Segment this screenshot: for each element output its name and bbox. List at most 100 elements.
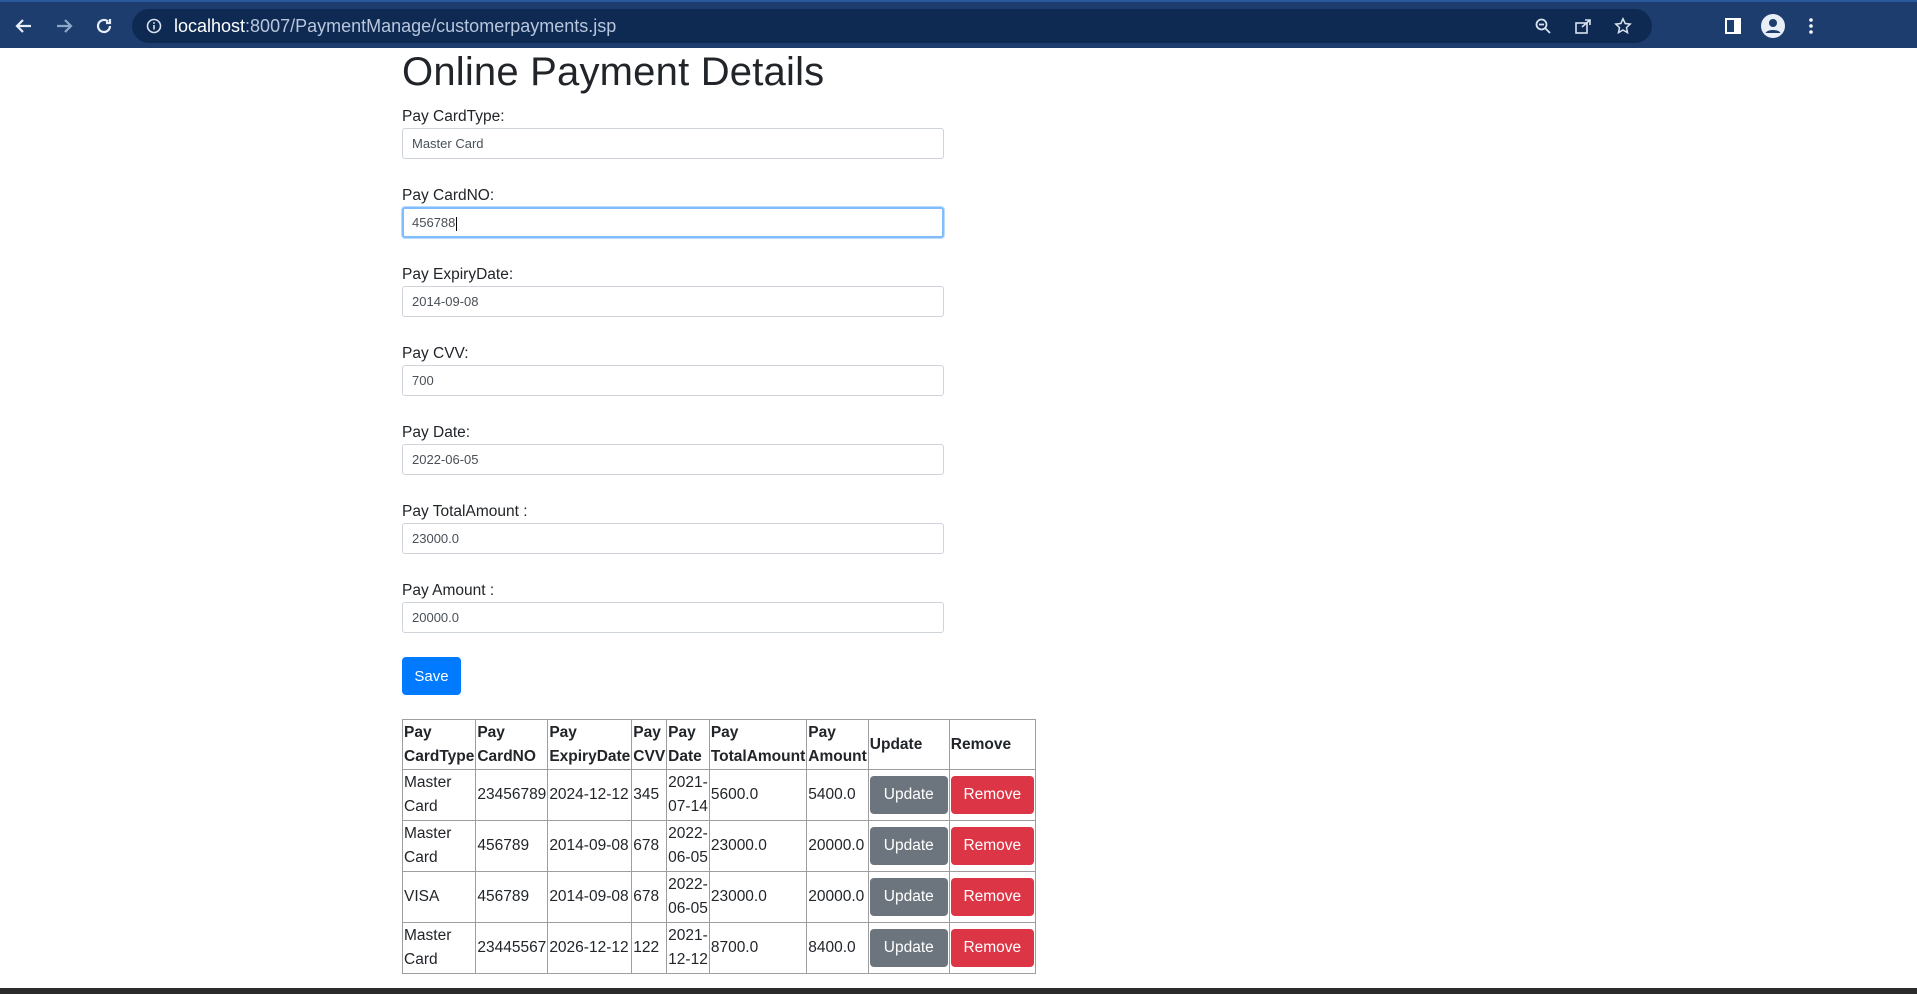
update-button[interactable]: Update bbox=[869, 776, 948, 814]
header-remove: Remove bbox=[948, 719, 1036, 770]
cell-card-type: Master Card bbox=[401, 769, 477, 821]
cell-update: Update bbox=[867, 769, 950, 821]
text-caret bbox=[456, 216, 458, 231]
profile-avatar-icon[interactable] bbox=[1759, 12, 1787, 40]
cell-cvv: 678 bbox=[631, 820, 668, 872]
table-row: Master Card 23456789 2024-12-12 345 2021-… bbox=[401, 769, 1036, 821]
cvv-label: Pay CVV: bbox=[402, 345, 469, 362]
more-menu-icon[interactable] bbox=[1797, 12, 1825, 40]
card-type-input[interactable]: Master Card bbox=[402, 128, 944, 159]
reload-icon[interactable] bbox=[88, 10, 120, 42]
address-bar[interactable]: localhost:8007/PaymentManage/customerpay… bbox=[132, 9, 1652, 43]
cell-total: 23000.0 bbox=[708, 820, 808, 872]
cell-remove: Remove bbox=[948, 769, 1036, 821]
cell-expiry: 2014-09-08 bbox=[547, 820, 633, 872]
update-button[interactable]: Update bbox=[869, 878, 948, 916]
table-header-row: Pay CardType Pay CardNO Pay ExpiryDate Pay C… bbox=[401, 719, 1036, 770]
cell-card-no: 456789 bbox=[475, 820, 549, 872]
cell-card-no: 23445567 bbox=[475, 922, 549, 974]
cell-amount: 20000.0 bbox=[806, 820, 869, 872]
amount-input[interactable]: 20000.0 bbox=[402, 602, 944, 633]
total-amount-label: Pay TotalAmount : bbox=[402, 503, 528, 520]
pay-date-group: Pay Date: 2022-06-05 bbox=[402, 422, 944, 475]
cell-date: 2021- 07-14 bbox=[666, 769, 710, 821]
remove-button[interactable]: Remove bbox=[950, 827, 1034, 865]
cell-card-type: VISA bbox=[401, 871, 477, 923]
cell-card-no: 456789 bbox=[475, 871, 549, 923]
zoom-icon[interactable] bbox=[1530, 16, 1556, 36]
cell-expiry: 2026-12-12 bbox=[547, 922, 633, 974]
cell-expiry: 2014-09-08 bbox=[547, 871, 633, 923]
cell-card-type: Master Card bbox=[401, 922, 477, 974]
card-type-label: Pay CardType: bbox=[402, 108, 505, 125]
cell-total: 5600.0 bbox=[708, 769, 808, 821]
cell-remove: Remove bbox=[948, 871, 1036, 923]
cell-total: 8700.0 bbox=[708, 922, 808, 974]
payments-table: Pay CardType Pay CardNO Pay ExpiryDate Pay C… bbox=[401, 719, 1036, 974]
expiry-date-group: Pay ExpiryDate: 2014-09-08 bbox=[402, 264, 944, 317]
total-amount-input[interactable]: 23000.0 bbox=[402, 523, 944, 554]
remove-button[interactable]: Remove bbox=[950, 929, 1034, 967]
cell-date: 2021- 12-12 bbox=[666, 922, 710, 974]
page-title: Online Payment Details bbox=[402, 50, 825, 94]
header-update: Update bbox=[867, 719, 950, 770]
cell-card-no: 23456789 bbox=[475, 769, 549, 821]
pay-date-input[interactable]: 2022-06-05 bbox=[402, 444, 944, 475]
card-no-label: Pay CardNO: bbox=[402, 187, 495, 204]
share-icon[interactable] bbox=[1570, 16, 1596, 36]
url-host: localhost bbox=[174, 15, 246, 36]
header-expiry-date: Pay ExpiryDate bbox=[547, 719, 633, 770]
url-text: localhost:8007/PaymentManage/customerpay… bbox=[174, 16, 616, 37]
cell-update: Update bbox=[867, 922, 950, 974]
card-type-group: Pay CardType: Master Card bbox=[402, 106, 944, 159]
header-cvv: Pay CVV bbox=[631, 719, 668, 770]
taskbar-strip bbox=[0, 988, 1917, 994]
header-amount: Pay Amount bbox=[806, 719, 869, 770]
cell-total: 23000.0 bbox=[708, 871, 808, 923]
card-no-group: Pay CardNO: 456788 bbox=[402, 185, 944, 238]
amount-group: Pay Amount : 20000.0 bbox=[402, 580, 944, 633]
save-button[interactable]: Save bbox=[402, 657, 461, 695]
expiry-date-label: Pay ExpiryDate: bbox=[402, 266, 514, 283]
browser-toolbar: localhost:8007/PaymentManage/customerpay… bbox=[0, 0, 1917, 48]
info-icon[interactable] bbox=[144, 16, 164, 36]
cell-update: Update bbox=[867, 820, 950, 872]
table-row: VISA 456789 2014-09-08 678 2022- 06-05 23… bbox=[401, 871, 1036, 923]
update-button[interactable]: Update bbox=[869, 827, 948, 865]
forward-icon[interactable] bbox=[48, 10, 80, 42]
header-card-type: Pay CardType bbox=[401, 719, 477, 770]
cvv-group: Pay CVV: 700 bbox=[402, 343, 944, 396]
remove-button[interactable]: Remove bbox=[950, 776, 1034, 814]
cell-amount: 5400.0 bbox=[806, 769, 869, 821]
card-no-input[interactable]: 456788 bbox=[402, 207, 944, 238]
amount-label: Pay Amount : bbox=[402, 582, 495, 599]
cell-update: Update bbox=[867, 871, 950, 923]
expiry-date-input[interactable]: 2014-09-08 bbox=[402, 286, 944, 317]
table-row: Master Card 456789 2014-09-08 678 2022- 06… bbox=[401, 820, 1036, 872]
table-row: Master Card 23445567 2026-12-12 122 2021-… bbox=[401, 922, 1036, 974]
cell-expiry: 2024-12-12 bbox=[547, 769, 633, 821]
card-no-value: 456788 bbox=[412, 215, 456, 230]
cell-amount: 20000.0 bbox=[806, 871, 869, 923]
bookmark-star-icon[interactable] bbox=[1610, 16, 1636, 36]
cell-date: 2022- 06-05 bbox=[666, 820, 710, 872]
cell-card-type: Master Card bbox=[401, 820, 477, 872]
cell-remove: Remove bbox=[948, 922, 1036, 974]
header-card-no: Pay CardNO bbox=[475, 719, 549, 770]
cell-remove: Remove bbox=[948, 820, 1036, 872]
cell-date: 2022- 06-05 bbox=[666, 871, 710, 923]
side-panel-icon[interactable] bbox=[1719, 12, 1747, 40]
total-amount-group: Pay TotalAmount : 23000.0 bbox=[402, 501, 944, 554]
header-total-amount: Pay TotalAmount bbox=[708, 719, 808, 770]
cvv-input[interactable]: 700 bbox=[402, 365, 944, 396]
url-path: :8007/PaymentManage/customerpayments.jsp bbox=[245, 15, 617, 36]
pay-date-label: Pay Date: bbox=[402, 424, 471, 441]
cell-cvv: 678 bbox=[631, 871, 668, 923]
remove-button[interactable]: Remove bbox=[950, 878, 1034, 916]
update-button[interactable]: Update bbox=[869, 929, 948, 967]
cell-amount: 8400.0 bbox=[806, 922, 869, 974]
cell-cvv: 122 bbox=[631, 922, 668, 974]
back-icon[interactable] bbox=[8, 10, 40, 42]
header-date: Pay Date bbox=[666, 719, 710, 770]
cell-cvv: 345 bbox=[631, 769, 668, 821]
